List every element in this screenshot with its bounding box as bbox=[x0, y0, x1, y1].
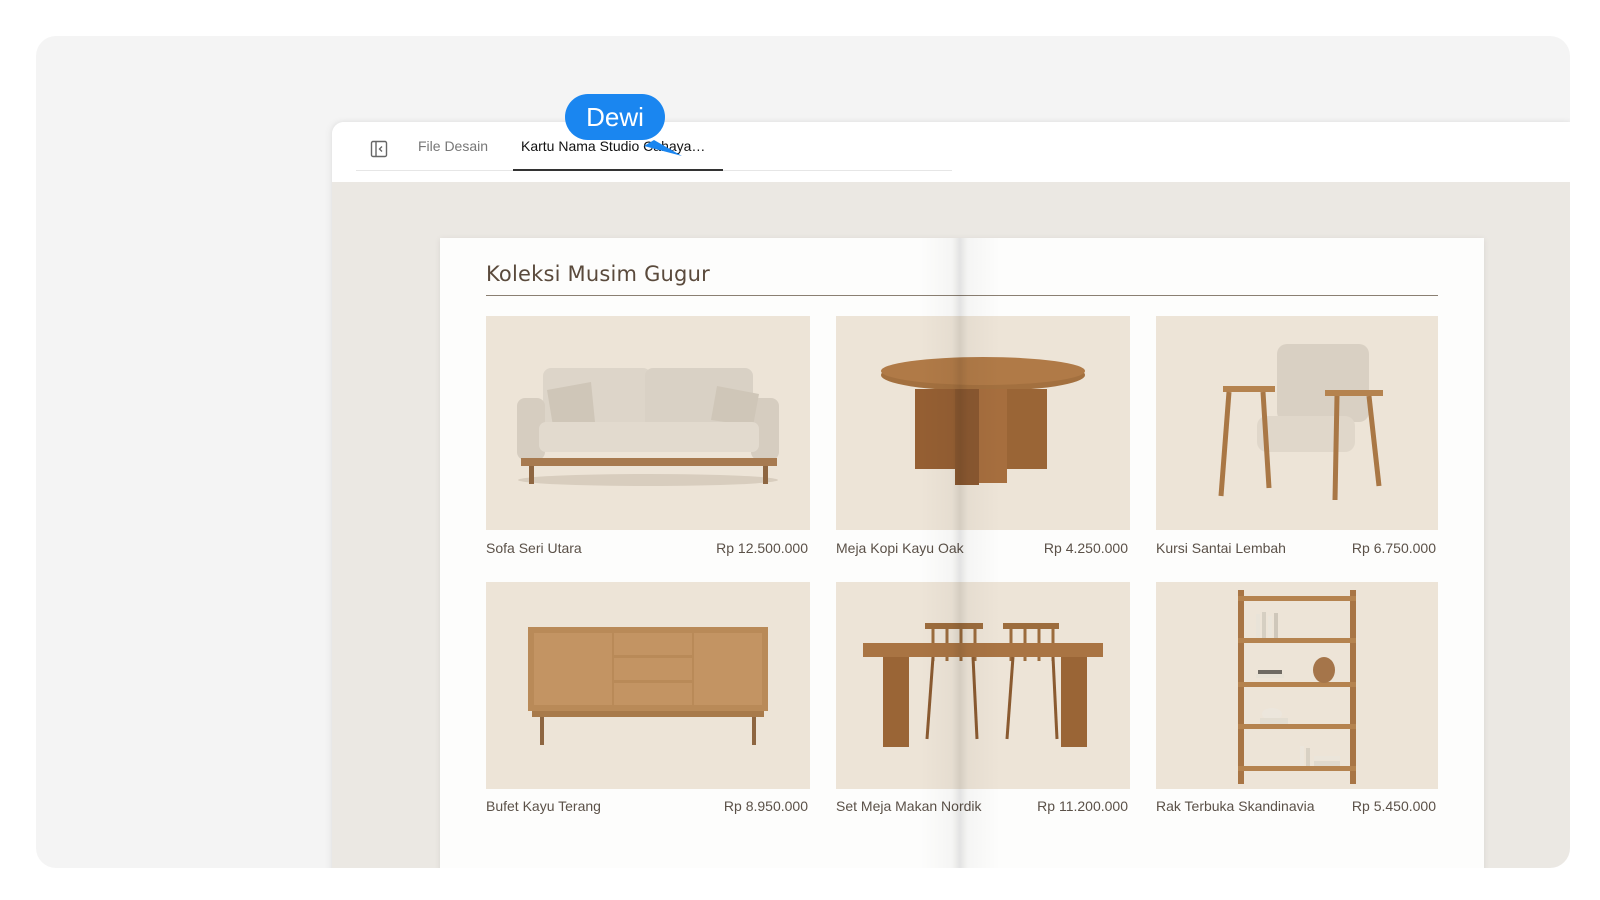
product-card[interactable]: Kursi Santai Lembah Rp 6.750.000 bbox=[1156, 316, 1438, 566]
product-name: Meja Kopi Kayu Oak bbox=[836, 540, 964, 556]
sideboard-image bbox=[486, 582, 810, 789]
catalog-page[interactable]: Koleksi Musim Gugur Sofa Seri Utara Rp 1… bbox=[440, 238, 1484, 868]
catalog-title: Koleksi Musim Gugur bbox=[486, 262, 710, 286]
product-name: Set Meja Makan Nordik bbox=[836, 798, 982, 814]
title-divider bbox=[486, 295, 1438, 296]
editor-window: File Desain Kartu Nama Studio Cahaya… Ko… bbox=[332, 122, 1570, 868]
product-price: Rp 12.500.000 bbox=[716, 540, 808, 556]
product-price: Rp 6.750.000 bbox=[1351, 540, 1436, 556]
armchair-image bbox=[1156, 316, 1438, 530]
collaborator-cursor-icon bbox=[644, 140, 682, 156]
coffee-table-image bbox=[836, 316, 1130, 530]
product-card[interactable]: Rak Terbuka Skandinavia Rp 5.450.000 bbox=[1156, 582, 1438, 832]
dining-set-image bbox=[836, 582, 1130, 789]
product-card[interactable]: Sofa Seri Utara Rp 12.500.000 bbox=[486, 316, 810, 566]
shelf-image bbox=[1156, 582, 1438, 789]
product-name: Sofa Seri Utara bbox=[486, 540, 582, 556]
product-card[interactable]: Meja Kopi Kayu Oak Rp 4.250.000 bbox=[836, 316, 1130, 566]
product-name: Rak Terbuka Skandinavia bbox=[1156, 798, 1315, 814]
product-price: Rp 5.450.000 bbox=[1351, 798, 1436, 814]
sidebar-toggle-icon[interactable] bbox=[368, 138, 390, 160]
product-name: Kursi Santai Lembah bbox=[1156, 540, 1286, 556]
tab-bar: File Desain Kartu Nama Studio Cahaya… bbox=[332, 122, 1570, 182]
product-card[interactable]: Set Meja Makan Nordik Rp 11.200.000 bbox=[836, 582, 1130, 832]
tab-file-desain[interactable]: File Desain bbox=[418, 136, 488, 170]
design-canvas[interactable]: Koleksi Musim Gugur Sofa Seri Utara Rp 1… bbox=[332, 182, 1570, 868]
product-price: Rp 4.250.000 bbox=[1043, 540, 1128, 556]
tab-active-document[interactable]: Kartu Nama Studio Cahaya… bbox=[513, 136, 723, 171]
app-frame: File Desain Kartu Nama Studio Cahaya… Ko… bbox=[36, 36, 1570, 868]
product-price: Rp 8.950.000 bbox=[723, 798, 808, 814]
product-name: Bufet Kayu Terang bbox=[486, 798, 601, 814]
product-price: Rp 11.200.000 bbox=[1037, 798, 1128, 814]
product-card[interactable]: Bufet Kayu Terang Rp 8.950.000 bbox=[486, 582, 810, 832]
sofa-image bbox=[486, 316, 810, 530]
